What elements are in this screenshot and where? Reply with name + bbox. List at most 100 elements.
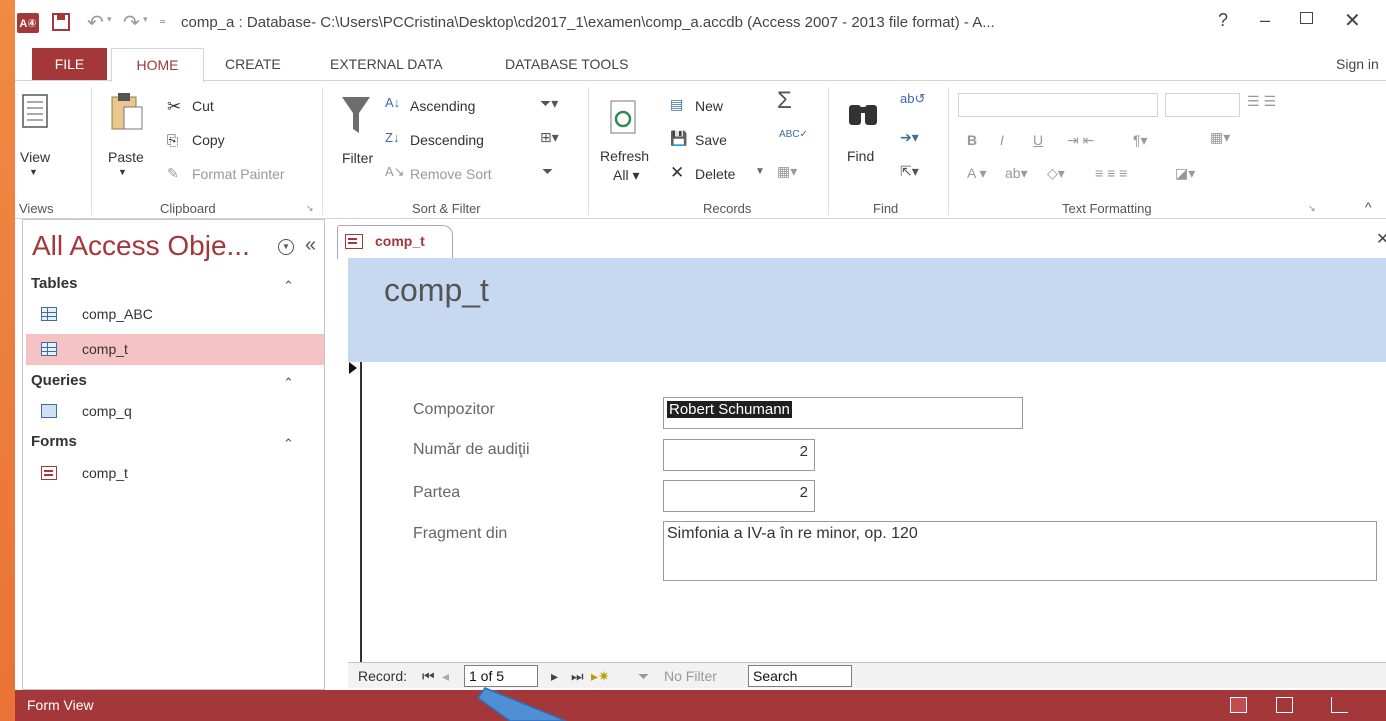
descending-button[interactable]: Descending (410, 132, 484, 148)
tab-file[interactable]: FILE (32, 48, 107, 80)
cut-button[interactable]: Cut (192, 98, 214, 114)
bullets-icon[interactable]: ☰ ☰ (1247, 93, 1276, 110)
tab-home[interactable]: HOME (111, 48, 204, 82)
tab-database-tools[interactable]: DATABASE TOOLS (505, 48, 628, 81)
clipboard-launcher-icon[interactable]: ↘ (306, 203, 314, 214)
filter-button[interactable]: Filter (342, 150, 373, 166)
delete-icon[interactable]: ✕ (670, 163, 684, 183)
undo-dropdown-icon[interactable]: ▾ (107, 14, 112, 25)
nav-group-forms[interactable]: Forms (31, 433, 77, 450)
ascending-icon[interactable]: A↓ (385, 95, 400, 110)
numar-auditii-field[interactable]: 2 (663, 439, 815, 471)
goto-icon[interactable]: ➔▾ (900, 129, 919, 146)
save-icon[interactable] (52, 13, 70, 31)
view-dropdown-icon[interactable]: ▼ (29, 167, 38, 177)
chevron-up-icon[interactable]: ⌃ (283, 278, 294, 294)
first-record-icon[interactable]: ⏮ (422, 668, 435, 685)
nav-item-comp-q[interactable]: comp_q (26, 396, 324, 427)
font-name-dropdown[interactable] (958, 93, 1158, 117)
chevron-up-icon[interactable]: ⌃ (283, 436, 294, 452)
save-record-icon[interactable]: 💾 (670, 130, 687, 147)
sign-in-link[interactable]: Sign in (1336, 48, 1379, 81)
select-icon[interactable]: ⇱▾ (900, 163, 919, 180)
form-view-icon[interactable] (1230, 697, 1247, 713)
partea-field[interactable]: 2 (663, 480, 815, 512)
copy-button[interactable]: Copy (192, 132, 225, 148)
italic-button[interactable]: I (1000, 132, 1004, 148)
undo-icon[interactable]: ↶ (87, 10, 104, 35)
compozitor-field[interactable]: Robert Schumann (663, 397, 1023, 429)
totals-icon[interactable]: Σ (777, 87, 792, 115)
ascending-button[interactable]: Ascending (410, 98, 475, 114)
toggle-filter-icon[interactable]: ⏷ (542, 163, 553, 180)
new-record-button[interactable]: New (695, 98, 723, 114)
customize-toolbar-icon[interactable]: ₌ (159, 12, 166, 28)
bold-button[interactable]: B (967, 132, 977, 148)
remove-sort-button[interactable]: Remove Sort (410, 166, 492, 182)
selection-filter-icon[interactable]: ⏷▾ (540, 95, 558, 112)
view-button[interactable]: View (20, 149, 50, 165)
nav-item-comp-abc[interactable]: comp_ABC (26, 299, 324, 330)
filter-icon[interactable] (340, 95, 372, 137)
paragraph-icon[interactable]: ¶▾ (1133, 132, 1148, 149)
paste-button[interactable]: Paste (108, 149, 144, 165)
format-painter-button[interactable]: Format Painter (192, 166, 285, 182)
close-button[interactable]: ✕ (1344, 8, 1361, 33)
redo-dropdown-icon[interactable]: ▾ (143, 14, 148, 25)
fill-color-icon[interactable]: ◇▾ (1047, 165, 1065, 182)
collapse-ribbon-icon[interactable]: ^ (1365, 199, 1372, 215)
help-button[interactable]: ? (1218, 10, 1228, 31)
record-selector[interactable] (348, 362, 362, 662)
descending-icon[interactable]: Z↓ (385, 130, 399, 145)
paste-dropdown-icon[interactable]: ▼ (118, 167, 127, 177)
nav-collapse-icon[interactable]: « (305, 234, 316, 257)
replace-icon[interactable]: ab↺ (900, 91, 925, 107)
advanced-filter-icon[interactable]: ⊞▾ (540, 129, 559, 146)
nav-group-queries[interactable]: Queries (31, 372, 87, 389)
cut-icon[interactable]: ✂ (167, 97, 181, 117)
refresh-icon[interactable] (609, 99, 639, 135)
underline-button[interactable]: U (1033, 132, 1043, 148)
text-formatting-launcher-icon[interactable]: ↘ (1308, 203, 1316, 214)
highlight-icon[interactable]: ab▾ (1005, 165, 1028, 182)
nav-item-comp-t-table[interactable]: comp_t (26, 334, 324, 365)
find-button[interactable]: Find (847, 148, 874, 164)
nav-pane-title[interactable]: All Access Obje... (32, 230, 250, 262)
refresh-all-dropdown[interactable]: All ▾ (613, 167, 639, 184)
new-record-icon[interactable]: ▤ (670, 96, 683, 113)
tab-external-data[interactable]: EXTERNAL DATA (330, 48, 443, 81)
delete-dropdown-icon[interactable]: ▼ (755, 166, 765, 177)
alt-row-color-icon[interactable]: ◪▾ (1175, 165, 1195, 182)
search-input[interactable]: Search (748, 665, 852, 687)
view-icon[interactable] (21, 93, 49, 129)
paste-icon[interactable] (110, 91, 144, 131)
fragment-din-field[interactable]: Simfonia a IV-a în re minor, op. 120 (663, 521, 1377, 581)
delete-button[interactable]: Delete (695, 166, 735, 182)
font-color-icon[interactable]: A ▾ (967, 165, 986, 182)
remove-sort-icon[interactable]: A↘ (385, 164, 405, 180)
font-size-dropdown[interactable] (1165, 93, 1240, 117)
refresh-all-button[interactable]: Refresh (600, 148, 649, 164)
tab-create[interactable]: CREATE (225, 48, 281, 81)
maximize-button[interactable] (1300, 12, 1313, 24)
filter-status-button[interactable]: No Filter (664, 668, 717, 684)
more-records-icon[interactable]: ▦▾ (777, 163, 797, 180)
align-icons[interactable]: ≡ ≡ ≡ (1095, 165, 1127, 181)
document-tab-comp-t[interactable]: comp_t (337, 225, 453, 259)
close-document-icon[interactable]: ✕ (1376, 229, 1386, 249)
indent-icons[interactable]: ⇥ ⇤ (1067, 132, 1094, 149)
binoculars-icon[interactable] (847, 97, 879, 127)
no-filter-icon[interactable]: ⏷ (638, 668, 649, 685)
layout-view-icon[interactable] (1276, 697, 1293, 713)
save-record-button[interactable]: Save (695, 132, 727, 148)
new-record-nav-icon[interactable]: ▸✷ (591, 668, 610, 685)
copy-icon[interactable]: ⎘ (167, 132, 178, 149)
design-view-icon[interactable] (1331, 697, 1348, 713)
nav-item-comp-t-form[interactable]: comp_t (26, 458, 324, 489)
spelling-icon[interactable]: ABC✓ (779, 129, 808, 140)
format-painter-icon[interactable]: ✎ (167, 165, 179, 182)
nav-group-tables[interactable]: Tables (31, 275, 77, 292)
nav-menu-icon[interactable]: ▼ (278, 239, 294, 255)
minimize-button[interactable]: – (1260, 10, 1270, 31)
previous-record-icon[interactable]: ◂ (442, 668, 449, 685)
